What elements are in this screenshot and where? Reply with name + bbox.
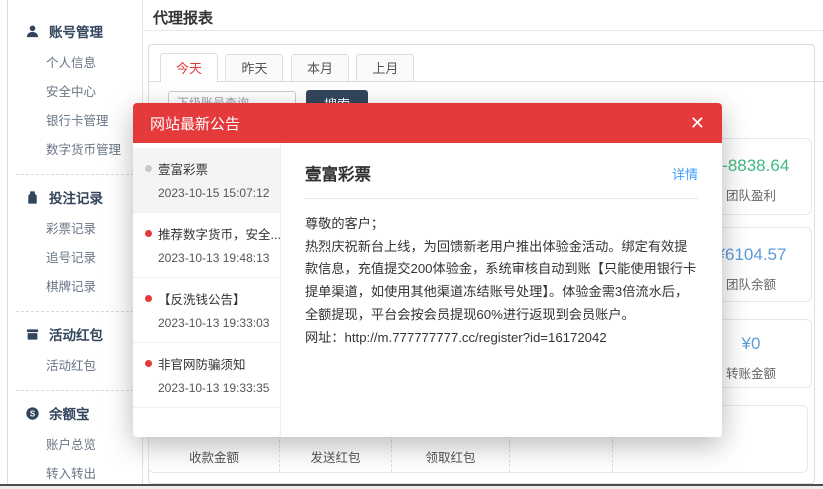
close-icon[interactable]: ✕ — [690, 114, 705, 132]
sidebar-item-transfer-in-out[interactable]: 转入转出 — [8, 458, 142, 487]
announcement-item-title: 【反洗钱公告】 — [145, 289, 272, 308]
divider — [16, 311, 134, 312]
announcement-list: 壹富彩票 2023-10-15 15:07:12 推荐数字货币，安全... 20… — [133, 143, 281, 437]
agent-report-page: 账号管理 个人信息 安全中心 银行卡管理 数字货币管理 投注记录 彩票记录 追号… — [0, 0, 823, 489]
announcement-item-time: 2023-10-13 19:33:35 — [158, 381, 272, 395]
modal-body: 壹富彩票 2023-10-15 15:07:12 推荐数字货币，安全... 20… — [133, 143, 722, 437]
announcement-item-title: 壹富彩票 — [145, 159, 272, 178]
detail-line: 网址：http://m.777777777.cc/register?id=161… — [305, 327, 698, 350]
sidebar-group-title: 投注记录 — [49, 187, 103, 207]
tab-last-month[interactable]: 上月 — [356, 54, 414, 82]
sidebar-group-header-account[interactable]: 账号管理 — [8, 16, 142, 46]
announcement-detail: 壹富彩票 详情 尊敬的客户； 热烈庆祝新台上线，为回馈新老用户推出体验金活动。绑… — [281, 143, 722, 437]
divider — [143, 30, 823, 31]
announcement-detail-body: 尊敬的客户； 热烈庆祝新台上线，为回馈新老用户推出体验金活动。绑定有效提款信息，… — [305, 213, 698, 349]
sidebar-item-activity-red-packet[interactable]: 活动红包 — [8, 350, 142, 379]
svg-text:S: S — [30, 409, 35, 418]
page-title: 代理报表 — [153, 7, 213, 28]
sidebar-group-yuebao: S 余额宝 账户总览 转入转出 资金明细 — [8, 398, 142, 489]
detail-line: 尊敬的客户； — [305, 213, 698, 236]
sidebar-group-red-packet: 活动红包 活动红包 — [8, 319, 142, 391]
sidebar-item-personal-info[interactable]: 个人信息 — [8, 47, 142, 76]
sidebar-item-board-records[interactable]: 棋牌记录 — [8, 271, 142, 300]
sidebar-item-digital-currency[interactable]: 数字货币管理 — [8, 134, 142, 163]
sidebar-item-account-overview[interactable]: 账户总览 — [8, 429, 142, 458]
bullet-dot-icon — [145, 165, 152, 172]
sidebar-group-betting: 投注记录 彩票记录 追号记录 棋牌记录 — [8, 182, 142, 312]
bullet-dot-icon — [145, 295, 152, 302]
yuebao-coin-icon: S — [25, 406, 40, 421]
detail-link[interactable]: 详情 — [672, 164, 698, 183]
announcement-item[interactable]: 壹富彩票 2023-10-15 15:07:12 — [133, 148, 280, 213]
sidebar-item-chase-records[interactable]: 追号记录 — [8, 242, 142, 271]
divider — [305, 198, 698, 199]
stat-label: 收款金额 — [149, 447, 279, 466]
detail-line: 热烈庆祝新台上线，为回馈新老用户推出体验金活动。绑定有效提款信息，充值提交200… — [305, 236, 698, 327]
announcement-item-title: 推荐数字货币，安全... — [145, 224, 272, 243]
announcement-item[interactable]: 【反洗钱公告】 2023-10-13 19:33:03 — [133, 278, 280, 343]
betting-bottle-icon — [25, 190, 40, 205]
sidebar-item-security-center[interactable]: 安全中心 — [8, 76, 142, 105]
tab-this-month[interactable]: 本月 — [291, 54, 349, 82]
sidebar: 账号管理 个人信息 安全中心 银行卡管理 数字货币管理 投注记录 彩票记录 追号… — [7, 0, 143, 484]
announcement-item[interactable]: 非官网防骗须知 2023-10-13 19:33:35 — [133, 343, 280, 408]
sidebar-group-header-red-packet[interactable]: 活动红包 — [8, 319, 142, 349]
user-icon — [25, 24, 40, 39]
announcement-item[interactable]: 推荐数字货币，安全... 2023-10-13 19:48:13 — [133, 213, 280, 278]
sidebar-group-header-yuebao[interactable]: S 余额宝 — [8, 398, 142, 428]
tab-yesterday[interactable]: 昨天 — [225, 54, 283, 82]
bullet-dot-icon — [145, 360, 152, 367]
tab-today[interactable]: 今天 — [160, 53, 218, 83]
sidebar-item-lottery-records[interactable]: 彩票记录 — [8, 213, 142, 242]
modal-header: 网站最新公告 ✕ — [133, 103, 722, 143]
sidebar-group-header-betting[interactable]: 投注记录 — [8, 182, 142, 212]
bullet-dot-icon — [145, 230, 152, 237]
sidebar-group-account: 账号管理 个人信息 安全中心 银行卡管理 数字货币管理 — [8, 16, 142, 175]
announcement-item-title: 非官网防骗须知 — [145, 354, 272, 373]
stat-label: 发送红包 — [280, 447, 391, 466]
sidebar-group-title: 活动红包 — [49, 324, 103, 344]
announcement-item-time: 2023-10-15 15:07:12 — [158, 186, 272, 200]
announcement-modal: 网站最新公告 ✕ 壹富彩票 2023-10-15 15:07:12 推荐数字货币… — [133, 103, 722, 437]
sidebar-group-title: 账号管理 — [49, 21, 103, 41]
announcement-detail-title: 壹富彩票 — [305, 161, 371, 185]
sidebar-item-bank-card[interactable]: 银行卡管理 — [8, 105, 142, 134]
divider — [16, 174, 134, 175]
stat-label: 领取红包 — [392, 447, 509, 466]
date-range-tabs: 今天 昨天 本月 上月 — [149, 52, 823, 82]
sidebar-group-title: 余额宝 — [49, 403, 90, 423]
announcement-item-time: 2023-10-13 19:33:03 — [158, 316, 272, 330]
divider — [16, 390, 134, 391]
red-packet-icon — [25, 327, 40, 342]
modal-title: 网站最新公告 — [150, 113, 240, 134]
announcement-item-time: 2023-10-13 19:48:13 — [158, 251, 272, 265]
